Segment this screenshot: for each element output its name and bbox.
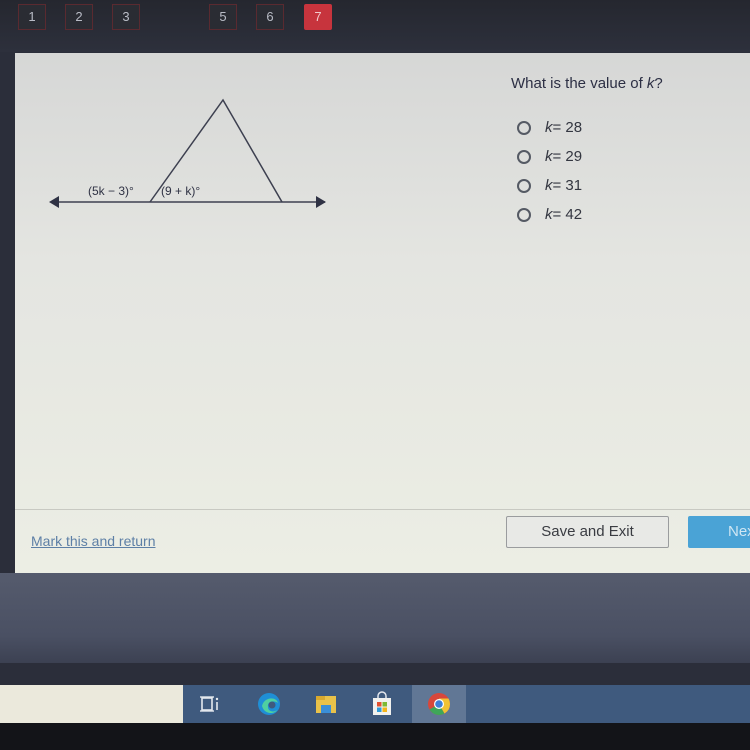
question-1-button[interactable]: 1 [18,4,46,30]
next-button[interactable]: Next [688,516,750,548]
option-label: = 42 [552,206,583,223]
right-angle-label: (9 + k)° [161,184,200,198]
monitor-bezel-area [0,573,750,663]
question-2-button[interactable]: 2 [65,4,93,30]
option-variable: k [545,177,553,194]
option-variable: k [545,206,553,223]
triangle-figure: (5k − 3)° (9 + k)° [49,98,326,208]
task-view-icon[interactable] [196,691,222,717]
option-label: = 31 [552,177,583,194]
question-5-button[interactable]: 5 [209,4,237,30]
taskbar-search-box[interactable] [0,685,183,723]
option-k-42[interactable]: k = 42 [517,200,582,229]
question-text: What is the value of k? [511,75,663,92]
question-7-button[interactable]: 7 [304,4,332,30]
option-k-29[interactable]: k = 29 [517,142,582,171]
option-label: = 29 [552,148,583,165]
question-suffix: ? [654,75,663,92]
option-k-28[interactable]: k = 28 [517,113,582,142]
monitor-bottom-bezel [0,723,750,750]
radio-button[interactable] [517,207,531,222]
question-prefix: What is the value of [511,75,647,92]
right-arrow-icon [316,196,326,208]
option-label: = 28 [552,119,583,136]
left-arrow-icon [49,196,59,208]
option-k-31[interactable]: k = 31 [517,171,582,200]
question-3-button[interactable]: 3 [112,4,140,30]
question-6-button[interactable]: 6 [256,4,284,30]
left-angle-label: (5k − 3)° [88,184,134,198]
file-explorer-icon[interactable] [313,691,339,717]
chrome-icon[interactable] [426,691,452,717]
save-and-exit-button[interactable]: Save and Exit [506,516,669,548]
edge-icon[interactable] [256,691,282,717]
store-icon[interactable] [369,691,395,717]
question-navigation-bar: 1 2 3 5 6 7 [0,0,750,52]
answer-options: k = 28 k = 29 k = 31 k = 42 [517,113,582,229]
footer-divider [15,509,750,510]
question-panel: (5k − 3)° (9 + k)° What is the value of … [15,53,750,573]
mark-and-return-link[interactable]: Mark this and return [31,533,156,549]
windows-taskbar [0,685,750,723]
radio-button[interactable] [517,120,531,135]
radio-button[interactable] [517,149,531,164]
radio-button[interactable] [517,178,531,193]
option-variable: k [545,148,553,165]
option-variable: k [545,119,553,136]
